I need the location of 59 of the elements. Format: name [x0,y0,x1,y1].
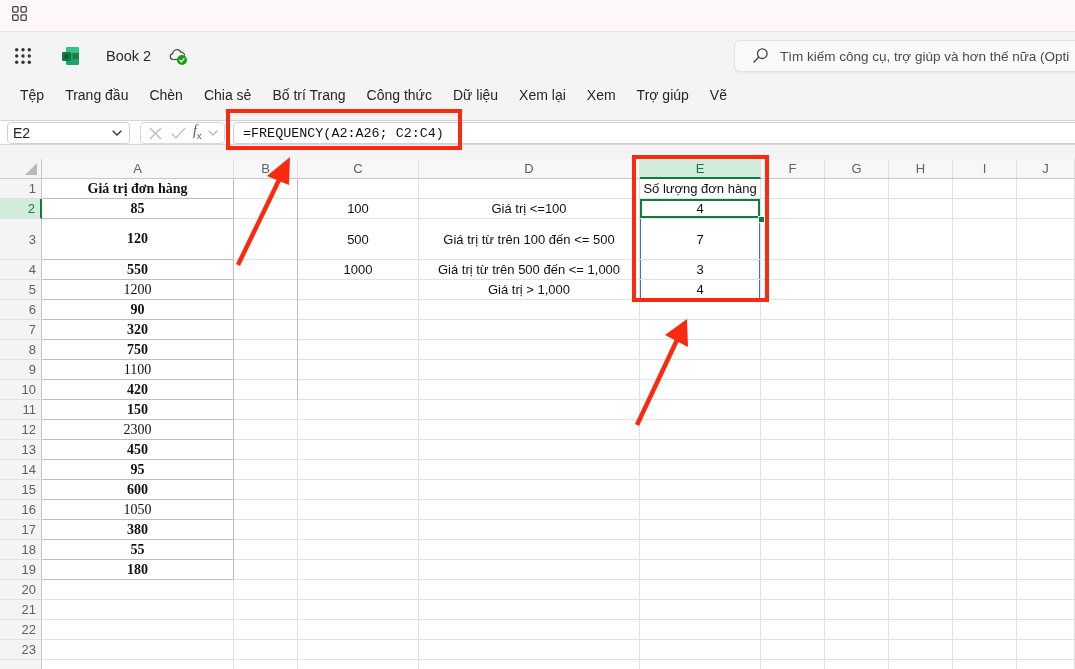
search-field[interactable]: Tìm kiếm công cụ, trợ giúp và hơn thế nữa (Opti [734,40,1075,72]
table-cell[interactable]: Giá trị đơn hàng [42,179,234,199]
table-cell[interactable]: 420 [42,380,234,400]
triangle-icon [25,163,37,175]
table-cell[interactable]: 95 [42,460,234,480]
row-header[interactable]: 2 [0,199,42,219]
column-header[interactable]: H [889,159,953,179]
menu-tab[interactable]: Xem lại [519,87,566,106]
column-header[interactable]: D [419,159,640,179]
column-header[interactable]: C [298,159,419,179]
menu-tab[interactable]: Trang đầu [65,87,129,106]
name-box[interactable]: E2 [7,122,130,144]
menu-tab[interactable]: Xem [586,87,616,106]
menu-tab[interactable]: Dữ liệu [452,87,499,106]
table-cell[interactable]: 4 [640,280,761,300]
column-header[interactable]: G [825,159,889,179]
chevron-down-icon[interactable] [112,130,122,136]
table-cell[interactable]: 180 [42,560,234,580]
table-cell[interactable]: 120 [42,219,234,260]
fill-handle[interactable] [758,216,765,223]
column-header[interactable]: J [1017,159,1075,179]
table-cell[interactable]: 550 [42,260,234,280]
table-cell[interactable]: 1050 [42,500,234,520]
table-cell[interactable]: 7 [640,219,761,260]
formula-field[interactable]: =FREQUENCY(A2:A26; C2:C4) [233,122,1075,144]
table-cell[interactable]: 320 [42,320,234,340]
menu-tab[interactable]: Vẽ [709,87,727,106]
table-cell[interactable]: 55 [42,540,234,560]
table-cell[interactable]: 2300 [42,420,234,440]
menu-tab[interactable]: Chèn [149,87,183,106]
menu-tab[interactable]: Chia sẻ [203,87,252,106]
menu-tab[interactable]: Bố trí Trang [272,87,346,106]
table-cell[interactable]: 90 [42,300,234,320]
menu-tab[interactable]: Trợ giúp [636,87,689,106]
table-cell[interactable]: 85 [42,199,234,219]
table-cell[interactable]: 380 [42,520,234,540]
column-header[interactable]: F [761,159,825,179]
cross-icon [148,126,162,140]
search-icon [753,48,768,63]
check-icon [170,127,186,139]
table-cell[interactable]: 3 [640,260,761,280]
table-cell[interactable]: 1100 [42,360,234,380]
document-title[interactable]: Book 2 [106,48,152,64]
table-cell[interactable]: 450 [42,440,234,460]
menu-tab[interactable]: Công thức [366,87,432,106]
column-header[interactable]: I [953,159,1017,179]
column-header[interactable]: A [42,159,234,179]
table-cell[interactable]: 750 [42,340,234,360]
insert-function-button[interactable]: f$_{x}$ [193,122,202,144]
table-cell[interactable]: 1200 [42,280,234,300]
menu-tab[interactable]: Tệp [20,87,45,106]
table-cell[interactable]: 150 [42,400,234,420]
spreadsheet-logo-icon[interactable] [62,47,79,65]
dots-grid-icon[interactable] [15,48,31,64]
table-cell[interactable]: 600 [42,480,234,500]
cloud-check-icon[interactable] [169,47,188,65]
table-cell[interactable]: 4 [640,199,761,219]
grid-icon[interactable] [12,6,27,21]
column-header[interactable]: E [640,159,761,179]
